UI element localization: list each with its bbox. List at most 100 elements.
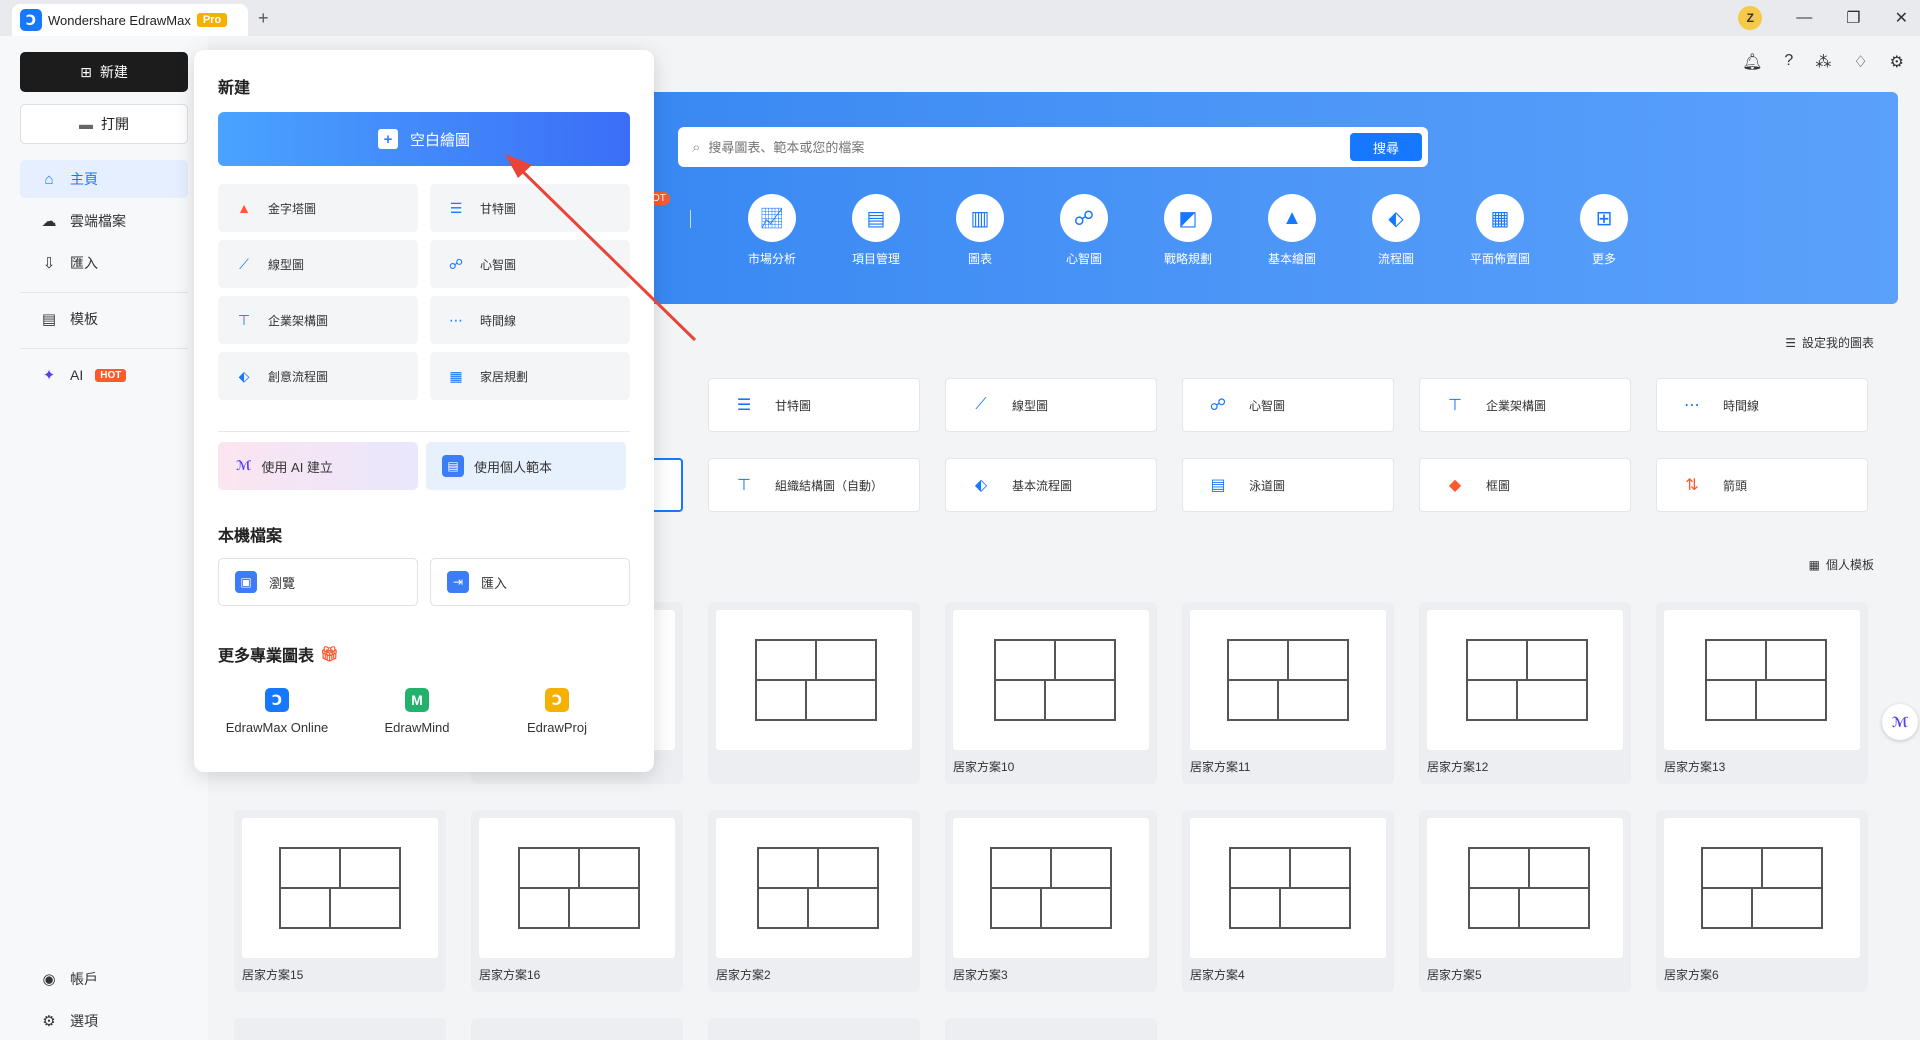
sidebar-item-cloud[interactable]: ☁ 雲端檔案	[20, 202, 188, 240]
sidebar-item-label: 模板	[70, 311, 98, 327]
plan-card[interactable]: 居家方案10	[945, 602, 1157, 784]
category-floor-plan[interactable]: ▦ 平面佈置圖	[1448, 194, 1552, 267]
minimize-button[interactable]: —	[1796, 9, 1812, 27]
popup-item-pyramid[interactable]: ▲ 金字塔圖	[218, 184, 418, 232]
template-card-timeline[interactable]: ⋯ 時間線	[1656, 378, 1868, 432]
avatar[interactable]: Z	[1738, 6, 1763, 30]
help-icon[interactable]: ?	[1784, 52, 1793, 72]
template-card-org-auto[interactable]: ⊤ 組織結構圖（自動）	[708, 458, 920, 512]
popup-item-timeline[interactable]: ⋯ 時間線	[430, 296, 630, 344]
floor-plan-thumbnail	[953, 610, 1149, 750]
popup-item-label: 金字塔圖	[268, 201, 317, 216]
apps-icon[interactable]: ⁂	[1815, 52, 1831, 72]
popup-item-gantt[interactable]: ☰ 甘特圖	[430, 184, 630, 232]
popup-item-org[interactable]: ⊤ 企業架構圖	[218, 296, 418, 344]
room-outline	[1227, 639, 1289, 681]
template-card-mindmap[interactable]: ☍ 心智圖	[1182, 378, 1394, 432]
popup-item-label: 甘特圖	[480, 201, 517, 216]
popup-item-line[interactable]: ⟋ 線型圖	[218, 240, 418, 288]
sidebar-item-import[interactable]: ⇩ 匯入	[20, 244, 188, 282]
sidebar-item-templates[interactable]: ▤ 模板	[20, 300, 188, 338]
category-flowchart[interactable]: ⬖ 流程圖	[1344, 194, 1448, 267]
plan-card[interactable]: 居家方案16	[471, 810, 683, 992]
ai-assistant-icon[interactable]: ℳ	[1882, 704, 1918, 740]
template-card-block[interactable]: ◆ 框圖	[1419, 458, 1631, 512]
category-mind-map[interactable]: ☍ 心智圖	[1032, 194, 1136, 267]
room-outline	[1751, 887, 1823, 929]
plan-card[interactable]: 居家方案13	[1656, 602, 1868, 784]
category-strategy[interactable]: ◩ 戰略規劃	[1136, 194, 1240, 267]
search-button[interactable]: 搜尋	[1350, 133, 1422, 161]
shirt-icon[interactable]: ♢	[1853, 52, 1867, 72]
plan-card[interactable]	[708, 1018, 920, 1040]
personal-template-button[interactable]: ▤ 使用個人範本	[426, 442, 626, 490]
ai-create-button[interactable]: ℳ 使用 AI 建立	[218, 442, 418, 490]
user-icon: ◉	[42, 971, 56, 988]
plan-card[interactable]	[234, 1018, 446, 1040]
popup-item-label: 時間線	[480, 313, 517, 328]
product-edrawmind[interactable]: M EdrawMind	[347, 688, 487, 735]
product-edrawproj[interactable]: Ↄ EdrawProj	[487, 688, 627, 735]
set-my-charts-link[interactable]: ☰ 設定我的圖表	[1785, 334, 1874, 351]
template-label: 泳道圖	[1249, 478, 1286, 493]
mindmap-icon: ☍	[448, 255, 464, 272]
plan-card[interactable]: 居家方案4	[1182, 810, 1394, 992]
sidebar-item-ai[interactable]: ✦ AI HOT	[20, 356, 188, 394]
new-tab-button[interactable]: +	[258, 8, 269, 29]
edrawmax-logo-icon: Ↄ	[265, 688, 289, 712]
new-button[interactable]: ⊞ 新建	[20, 52, 188, 92]
template-card-swimlane[interactable]: ▤ 泳道圖	[1182, 458, 1394, 512]
category-project-management[interactable]: ▤ 項目管理	[824, 194, 928, 267]
popup-item-creative-flow[interactable]: ⬖ 創意流程圖	[218, 352, 418, 400]
import-button[interactable]: ⇥ 匯入	[430, 558, 630, 606]
room-outline	[578, 847, 640, 889]
open-button[interactable]: ▬ 打開	[20, 104, 188, 144]
search-input[interactable]	[708, 139, 1350, 155]
plan-card[interactable]: 居家方案12	[1419, 602, 1631, 784]
bell-icon[interactable]: 🔔︎	[1742, 52, 1762, 72]
sidebar-item-options[interactable]: ⚙ 選項	[20, 1002, 188, 1040]
template-card-gantt[interactable]: ☰ 甘特圖	[708, 378, 920, 432]
product-label: EdrawMax Online	[225, 720, 329, 735]
cloud-icon: ☁	[41, 213, 57, 230]
template-card-org[interactable]: ⊤ 企業架構圖	[1419, 378, 1631, 432]
personal-templates-link[interactable]: ▦ 個人模板	[1809, 556, 1874, 573]
plan-card[interactable]	[471, 1018, 683, 1040]
template-label: 心智圖	[1249, 398, 1286, 413]
title-bar: Ↄ Wondershare EdrawMax Pro + Z — ❐ ✕	[0, 0, 1920, 36]
restore-button[interactable]: ❐	[1846, 8, 1860, 28]
plan-card[interactable]: 居家方案3	[945, 810, 1157, 992]
sidebar-item-home[interactable]: ⌂ 主頁	[20, 160, 188, 198]
blank-drawing-button[interactable]: + 空白繪圖	[218, 112, 630, 166]
category-charts[interactable]: ▥ 圖表	[928, 194, 1032, 267]
app-tab[interactable]: Ↄ Wondershare EdrawMax Pro	[12, 4, 248, 36]
category-market-analysis[interactable]: 📈︎ 市場分析	[720, 194, 824, 267]
template-card-line[interactable]: ⟋ 線型圖	[945, 378, 1157, 432]
room-outline	[1227, 679, 1279, 721]
plan-card[interactable]: 居家方案15	[234, 810, 446, 992]
gift-icon: 🎁︎	[320, 646, 340, 663]
category-bar: 📈︎ 市場分析 ▤ 項目管理 ▥ 圖表 ☍ 心智圖 ◩ 戰略規劃 ▲ 基本繪圖 ⬖ 流程圖 ▦…	[720, 194, 1656, 267]
settings-icon[interactable]: ⚙	[1890, 52, 1904, 72]
popup-item-mindmap[interactable]: ☍ 心智圖	[430, 240, 630, 288]
local-files-title: 本機檔案	[218, 528, 283, 545]
template-card-arrow[interactable]: ⇅ 箭頭	[1656, 458, 1868, 512]
plan-card[interactable]: 居家方案11	[1182, 602, 1394, 784]
popup-item-home-plan[interactable]: ▦ 家居規劃	[430, 352, 630, 400]
room-outline	[1765, 639, 1827, 681]
plan-card[interactable]: 居家方案5	[1419, 810, 1631, 992]
browse-button[interactable]: ▣ 瀏覽	[218, 558, 418, 606]
template-card-basic-flow[interactable]: ⬖ 基本流程圖	[945, 458, 1157, 512]
edrawmax-logo-icon: Ↄ	[20, 9, 42, 31]
plan-card[interactable]: 居家方案2	[708, 810, 920, 992]
close-button[interactable]: ✕	[1895, 8, 1908, 28]
sidebar-item-account[interactable]: ◉ 帳戶	[20, 960, 188, 998]
category-basic-drawing[interactable]: ▲ 基本繪圖	[1240, 194, 1344, 267]
plan-label: 居家方案6	[1664, 968, 1719, 982]
product-edrawmax-online[interactable]: Ↄ EdrawMax Online	[207, 688, 347, 735]
plan-card[interactable]	[708, 602, 920, 784]
category-more[interactable]: ⊞ 更多	[1552, 194, 1656, 267]
plan-card[interactable]	[945, 1018, 1157, 1040]
popup-item-label: 家居規劃	[480, 369, 529, 384]
plan-card[interactable]: 居家方案6	[1656, 810, 1868, 992]
